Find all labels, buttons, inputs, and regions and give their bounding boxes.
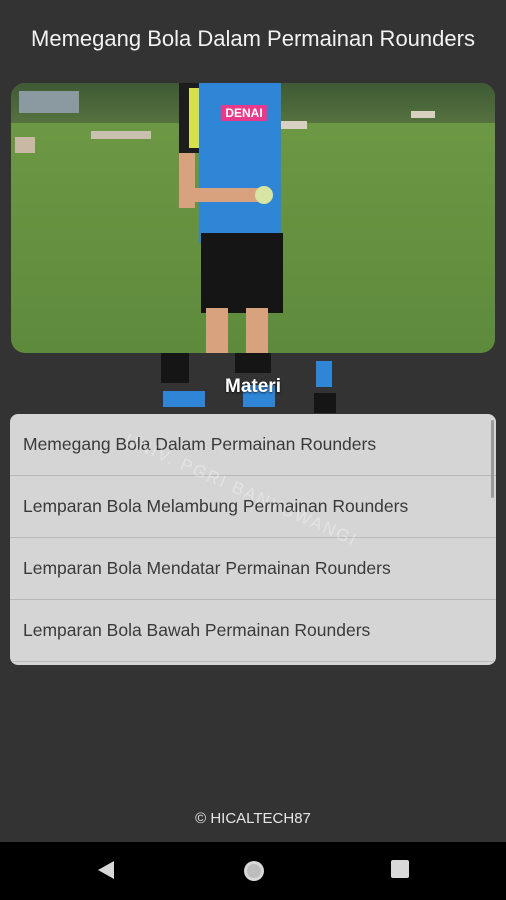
- system-navigation-bar: [0, 842, 506, 900]
- page-title: Memegang Bola Dalam Permainan Rounders: [31, 26, 475, 51]
- lesson-list[interactable]: Memegang Bola Dalam Permainan Rounders L…: [10, 414, 496, 665]
- list-scrollbar[interactable]: [491, 420, 494, 498]
- video-thumbnail[interactable]: DENAI: [11, 83, 495, 353]
- lesson-item-memegang[interactable]: Memegang Bola Dalam Permainan Rounders: [10, 414, 496, 476]
- shirt-text: DENAI: [225, 106, 262, 120]
- recents-square-icon[interactable]: [390, 859, 410, 884]
- home-circle-icon[interactable]: [242, 859, 266, 888]
- footer-copyright: © HICALTECH87: [195, 810, 311, 827]
- back-triangle-icon[interactable]: [96, 859, 116, 886]
- video-scene-image: DENAI: [11, 83, 495, 353]
- section-title: Materi: [225, 376, 281, 397]
- lesson-item-bawah[interactable]: Lemparan Bola Bawah Permainan Rounders: [10, 600, 496, 662]
- lesson-item-mendatar[interactable]: Lemparan Bola Mendatar Permainan Rounder…: [10, 538, 496, 600]
- lesson-item-melambung[interactable]: Lemparan Bola Melambung Permainan Rounde…: [10, 476, 496, 538]
